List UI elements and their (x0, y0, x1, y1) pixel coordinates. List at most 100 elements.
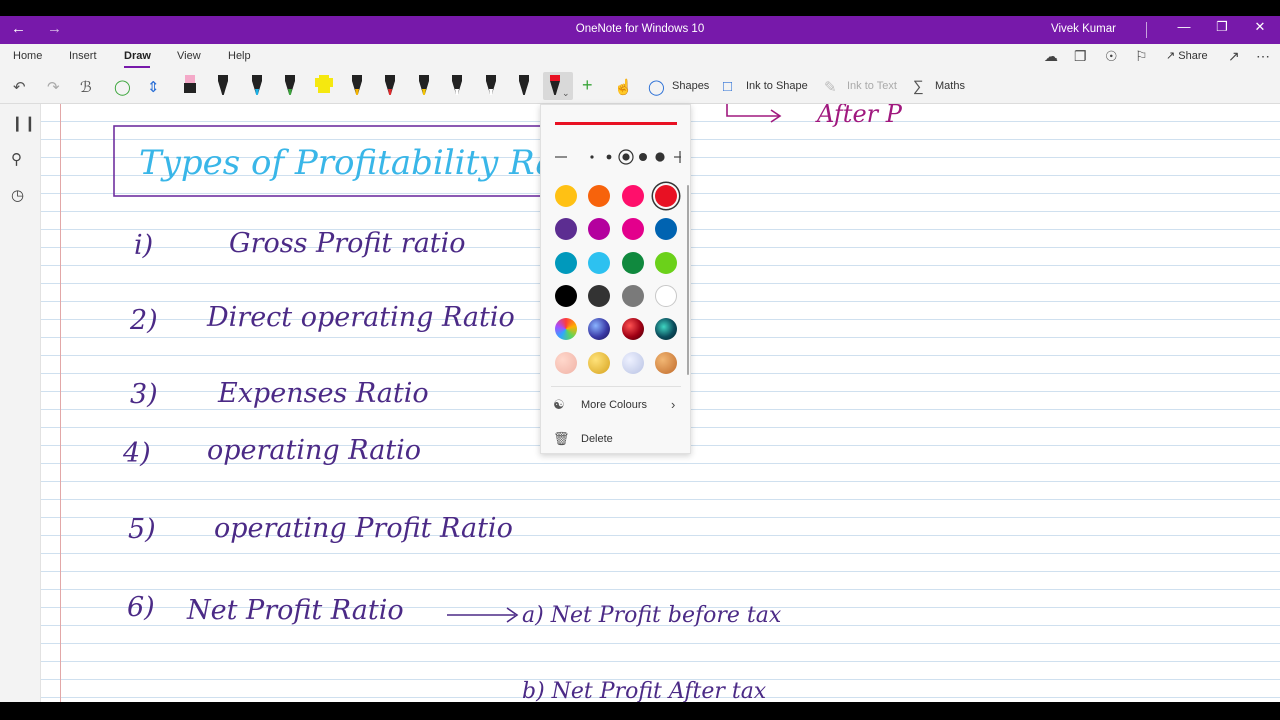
shapes-icon[interactable]: ◯ (648, 78, 665, 96)
ink-to-text-icon: ✎ (824, 79, 837, 96)
color-swatch-silver[interactable] (622, 352, 644, 374)
pen-red-green-icon[interactable] (378, 72, 402, 100)
search-icon[interactable]: ⚲ (11, 150, 22, 168)
notebooks-icon[interactable]: ❙❙ (11, 114, 36, 132)
color-swatch-2dc1f0[interactable] (588, 252, 610, 274)
line-5-text: operating Profit Ratio (214, 513, 513, 544)
share-icon: ↗ (1166, 50, 1176, 62)
net-profit-after-tax: b) Net Profit After tax (522, 679, 767, 702)
shapes-button[interactable]: Shapes (672, 80, 709, 92)
bell-icon[interactable]: ⚐ (1135, 48, 1148, 65)
sync-icon[interactable]: ☁ (1044, 48, 1058, 65)
pen-yellow-orange-icon[interactable] (345, 72, 369, 100)
color-swatch-e81123[interactable] (655, 185, 677, 207)
lasso-select-icon[interactable]: ◯ (114, 78, 131, 96)
color-swatch-f7630c[interactable] (588, 185, 610, 207)
palette-icon: ☯ (553, 397, 565, 412)
user-name[interactable]: Vivek Kumar (1051, 23, 1116, 35)
line-1-number: i) (134, 230, 153, 261)
maths-button[interactable]: Maths (935, 80, 965, 92)
color-swatch-galaxy[interactable] (588, 318, 610, 340)
tab-home[interactable]: Home (13, 50, 42, 62)
color-swatch-ruby[interactable] (622, 318, 644, 340)
popup-divider (551, 386, 681, 387)
highlighter-black-pink-icon[interactable] (178, 72, 202, 100)
draw-toolbar: ↶ ↷ ℬ ◯ ⇕ + ☝ ◯ Shapes □ Ink to Shape ✎ … (0, 70, 1280, 104)
color-swatch-gold[interactable] (588, 352, 610, 374)
color-swatch-ffc114[interactable] (555, 185, 577, 207)
thickness-1[interactable] (590, 155, 594, 159)
tab-draw[interactable]: Draw (124, 50, 151, 62)
tab-help[interactable]: Help (228, 50, 251, 62)
color-swatch-b4009e[interactable] (588, 218, 610, 240)
top-letterbox (0, 0, 1280, 16)
color-swatch-6bd11a[interactable] (655, 252, 677, 274)
top-right-ink: After P (815, 104, 903, 128)
line-6-text: Net Profit Ratio (186, 595, 404, 626)
type-select-icon[interactable]: ℬ (80, 78, 92, 96)
left-nav: ❙❙ ⚲ ◷ (0, 104, 41, 702)
pen-black-2-icon[interactable] (512, 72, 536, 100)
pen-glitter-black-icon[interactable] (479, 72, 503, 100)
stroke-preview (555, 122, 677, 125)
color-swatch-0063b1[interactable] (655, 218, 677, 240)
thickness-3-selected[interactable] (622, 153, 630, 161)
add-space-icon[interactable]: ⇕ (147, 78, 160, 96)
tab-view[interactable]: View (177, 50, 201, 62)
color-swatch-0099bc[interactable] (555, 252, 577, 274)
thickness-5[interactable] (655, 152, 665, 162)
recent-clock-icon[interactable]: ◷ (11, 186, 24, 204)
more-colours-button[interactable]: ☯ More Colours › (553, 397, 683, 415)
color-swatch-ffffff[interactable] (655, 285, 677, 307)
delete-pen-button[interactable]: 🗑 Delete (553, 431, 683, 449)
color-swatch-rosegold[interactable] (555, 352, 577, 374)
add-pen-icon[interactable]: + (582, 75, 593, 96)
ink-to-text-button: Ink to Text (847, 80, 897, 92)
line-4-number: 4) (122, 438, 151, 469)
pen-cyan-icon[interactable] (245, 72, 269, 100)
fullscreen-icon[interactable]: ↗ (1228, 48, 1240, 65)
thickness-4[interactable] (639, 153, 647, 161)
net-profit-before-tax: a) Net Profit before tax (522, 603, 782, 628)
ink-to-shape-icon[interactable]: □ (723, 78, 732, 95)
line-1-text: Gross Profit ratio (229, 228, 466, 259)
share-button[interactable]: ↗ Share (1166, 49, 1208, 62)
color-swatch-ff0f6b[interactable] (622, 185, 644, 207)
color-swatch-5c2d91[interactable] (555, 218, 577, 240)
line-6-number: 6) (127, 592, 155, 623)
more-colours-label: More Colours (581, 399, 648, 411)
pen-black-icon[interactable] (211, 72, 235, 100)
tab-insert[interactable]: Insert (69, 50, 97, 62)
color-swatch-bronze[interactable] (655, 352, 677, 374)
maths-icon[interactable]: ∑ (913, 78, 924, 95)
pen-galaxy-black-icon[interactable] (445, 72, 469, 100)
popup-scrollbar[interactable] (687, 185, 689, 375)
line-2-text: Direct operating Ratio (206, 302, 515, 333)
pen-dropdown-chevron-icon[interactable]: ⌄ (562, 88, 570, 99)
line-2-number: 2) (129, 305, 158, 336)
pen-green-icon[interactable] (278, 72, 302, 100)
color-swatch-333333[interactable] (588, 285, 610, 307)
color-swatch-rainbow[interactable] (555, 318, 577, 340)
lightbulb-icon[interactable]: ☉ (1105, 48, 1118, 65)
title-separator (1146, 22, 1147, 38)
undo-icon[interactable]: ↶ (13, 78, 26, 96)
color-swatch-000000[interactable] (555, 285, 577, 307)
color-swatch-e3008c[interactable] (622, 218, 644, 240)
color-swatch-7a7a7a[interactable] (622, 285, 644, 307)
line-4-text: operating Ratio (207, 435, 421, 466)
ink-replay-icon[interactable]: ☝ (614, 78, 633, 96)
close-icon[interactable]: ✕ (1245, 19, 1275, 35)
minimize-icon[interactable]: — (1169, 19, 1199, 34)
redo-icon[interactable]: ↷ (47, 78, 60, 96)
thickness-2[interactable] (606, 154, 612, 160)
pen-yellow-icon[interactable] (412, 72, 436, 100)
restore-icon[interactable]: ❐ (1207, 19, 1237, 35)
highlighter-yellow-icon[interactable] (312, 72, 336, 100)
color-swatch-aurora[interactable] (655, 318, 677, 340)
share-label: Share (1178, 50, 1208, 62)
color-swatch-10893e[interactable] (622, 252, 644, 274)
ink-to-shape-button[interactable]: Ink to Shape (746, 80, 808, 92)
notebook-pages-icon[interactable]: ❐ (1074, 48, 1087, 65)
more-options-icon[interactable]: ⋯ (1256, 48, 1270, 65)
